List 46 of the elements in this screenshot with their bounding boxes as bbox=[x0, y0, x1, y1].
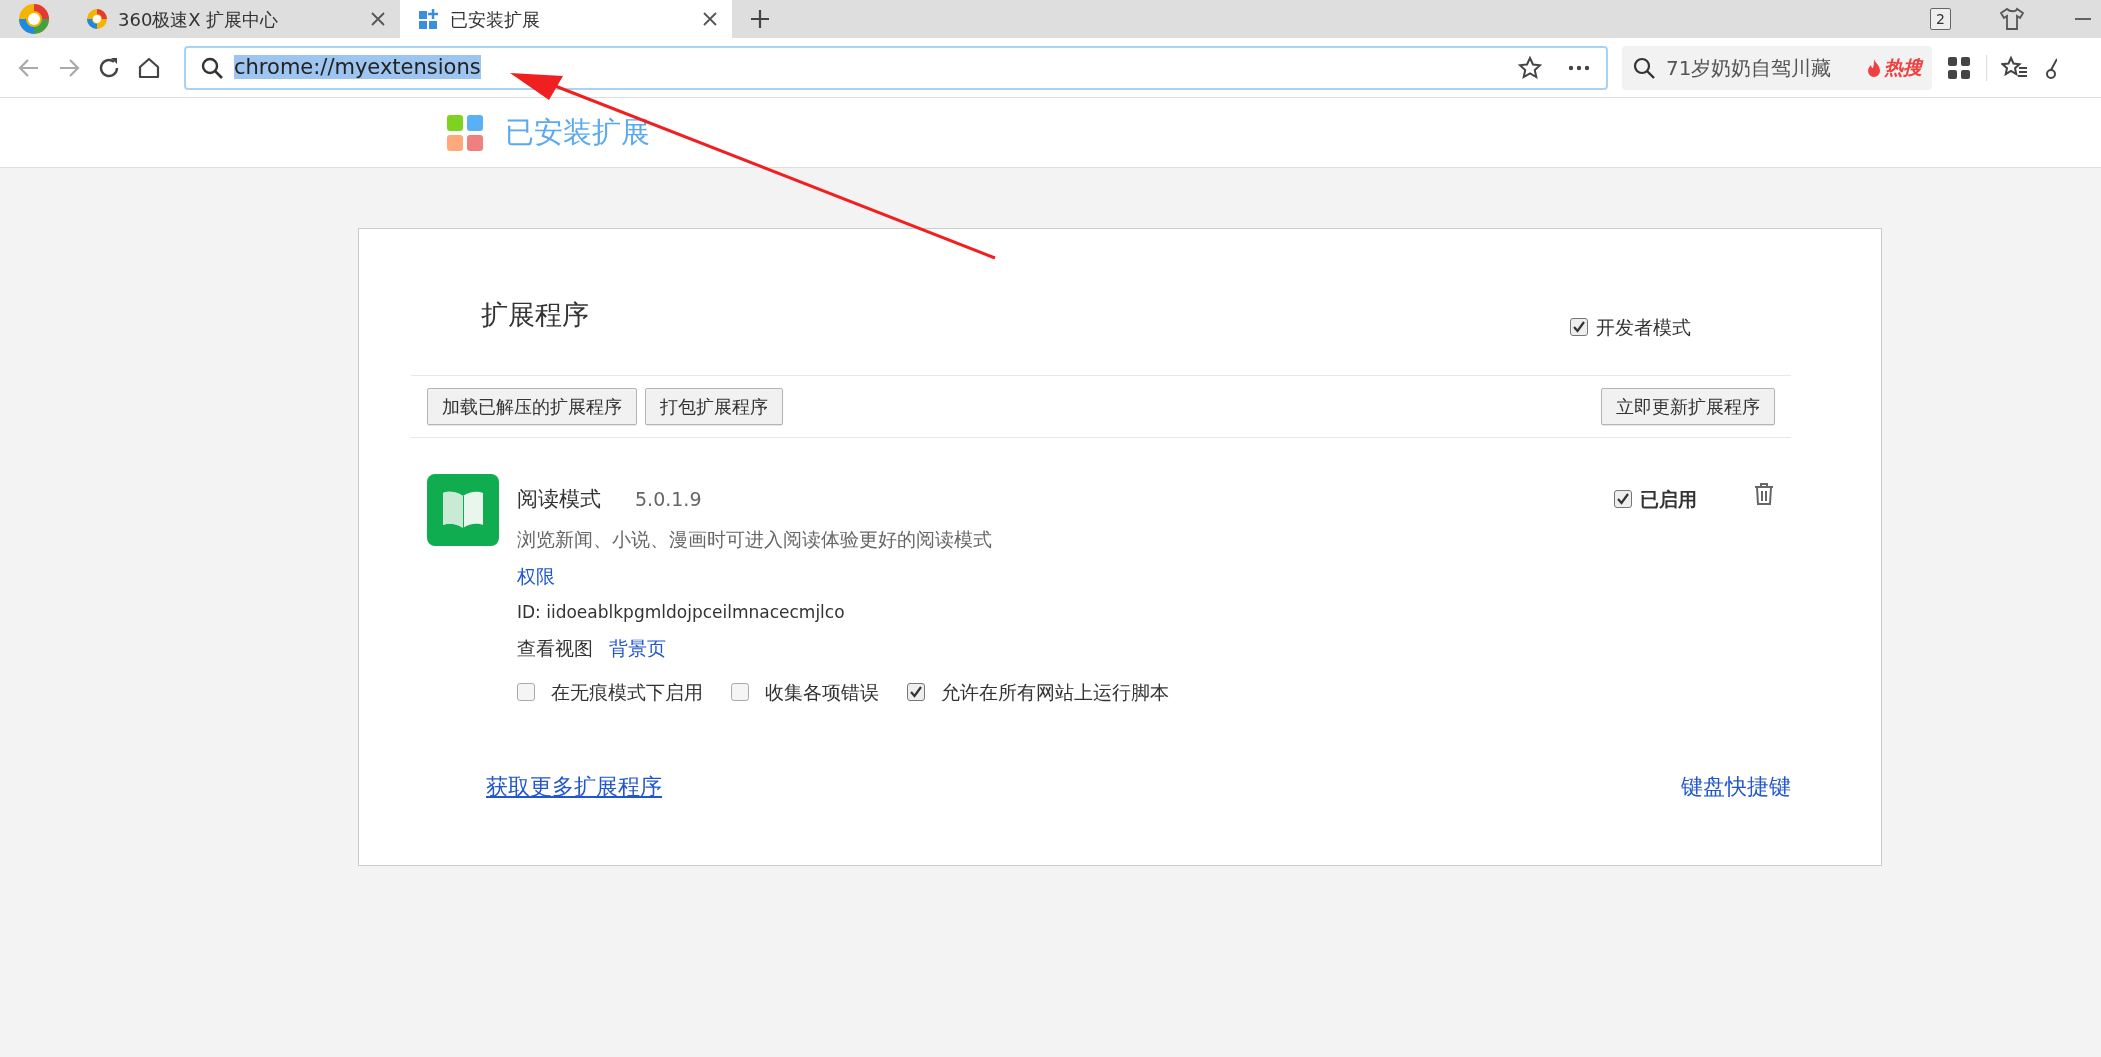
browser-logo-icon bbox=[17, 2, 51, 36]
search-icon bbox=[1632, 55, 1656, 80]
footer-link[interactable]: 键盘快捷键 bbox=[1681, 770, 1791, 803]
footer-link[interactable]: 获取更多扩展程序 bbox=[486, 770, 662, 803]
checkbox[interactable] bbox=[907, 682, 925, 701]
hot-search-text: 71岁奶奶自驾川藏 bbox=[1666, 54, 1833, 82]
apps-icon[interactable] bbox=[1946, 54, 1972, 81]
tiles-icon bbox=[418, 8, 440, 30]
update-button[interactable]: 立即更新扩展程序 bbox=[1601, 388, 1775, 425]
star-icon[interactable] bbox=[1518, 55, 1542, 80]
section-title: 扩展程序 bbox=[481, 298, 590, 332]
shirt-icon[interactable] bbox=[1999, 7, 2025, 31]
page-title: 已安装扩展 bbox=[505, 113, 650, 151]
toolbar-button[interactable]: 加载已解压的扩展程序 bbox=[427, 388, 637, 425]
swirl-icon bbox=[86, 8, 108, 30]
window-count[interactable]: 2 bbox=[1930, 8, 1951, 30]
address-bar[interactable]: chrome://myextensions bbox=[184, 45, 1608, 90]
checkbox-label: 已启用 bbox=[1640, 486, 1697, 512]
extension-description: 浏览新闻、小说、漫画时可进入阅读体验更好的阅读模式 bbox=[517, 526, 993, 552]
checkbox[interactable] bbox=[1570, 318, 1588, 337]
hot-search-label: 热搜 bbox=[1884, 55, 1922, 81]
search-icon bbox=[200, 55, 224, 80]
checkbox[interactable] bbox=[1614, 490, 1632, 508]
browser-tab[interactable]: 已安装扩展 bbox=[400, 0, 732, 38]
flame-icon bbox=[1866, 57, 1882, 78]
background-page-link[interactable]: 背景页 bbox=[609, 634, 666, 663]
checkbox-label: 在无痕模式下启用 bbox=[551, 679, 703, 705]
plus-icon bbox=[750, 9, 770, 29]
checkbox[interactable] bbox=[731, 682, 749, 701]
extension-version: 5.0.1.9 bbox=[635, 487, 702, 512]
book-icon bbox=[427, 474, 499, 546]
checkbox-label: 开发者模式 bbox=[1596, 315, 1691, 340]
checkbox-label: 允许在所有网站上运行脚本 bbox=[941, 679, 1169, 705]
close-icon bbox=[370, 11, 386, 27]
checkbox[interactable] bbox=[517, 682, 535, 701]
checkbox-label: 收集各项错误 bbox=[765, 679, 879, 705]
views-label: 查看视图 bbox=[517, 636, 593, 661]
hot-search-box[interactable]: 71岁奶奶自驾川藏 热搜 bbox=[1622, 45, 1932, 90]
address-text: chrome://myextensions bbox=[234, 54, 481, 79]
permissions-link[interactable]: 权限 bbox=[517, 565, 555, 587]
trash-icon[interactable] bbox=[1753, 482, 1775, 506]
extension-id: ID: iidoeablkpgmldojpceilmnacecmjlco bbox=[517, 600, 846, 624]
close-icon bbox=[702, 11, 718, 27]
extension-name: 阅读模式 bbox=[517, 486, 601, 513]
tiles-logo-icon bbox=[447, 114, 483, 151]
toolbar-button[interactable]: 打包扩展程序 bbox=[645, 388, 783, 425]
